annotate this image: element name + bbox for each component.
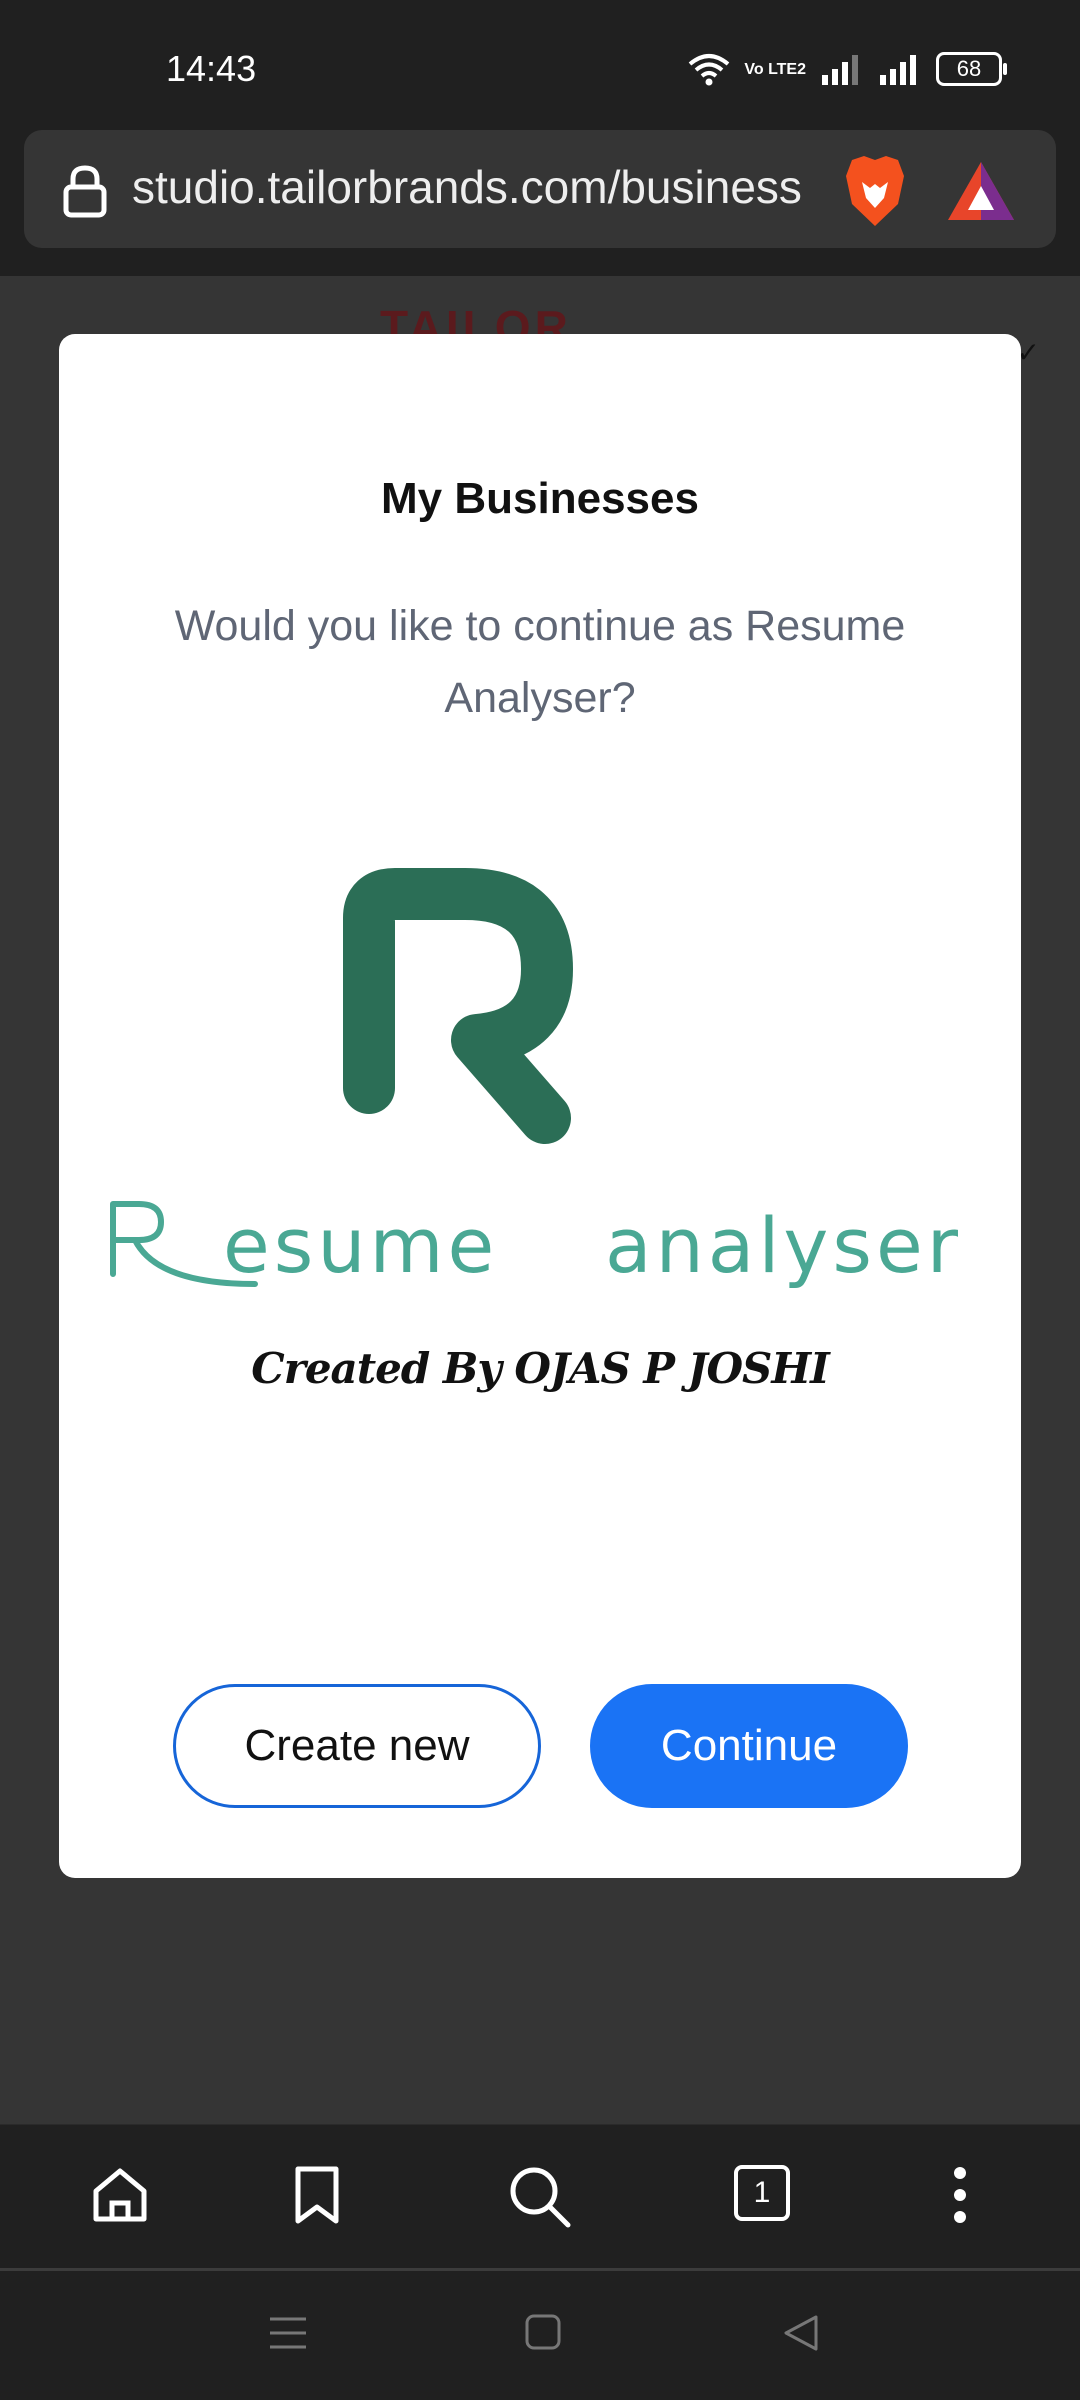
signal-icon [822, 55, 858, 85]
home-icon[interactable] [90, 2165, 150, 2225]
status-icons: Vo LTE2 68 [688, 52, 1007, 86]
volte-icon: Vo LTE2 [744, 60, 806, 78]
lock-icon [63, 165, 107, 218]
svg-text:esume: esume [223, 1201, 498, 1290]
recents-icon[interactable] [268, 2315, 308, 2351]
wifi-icon [689, 54, 730, 86]
tab-switcher-button[interactable]: 1 [734, 2165, 790, 2221]
url-text[interactable]: studio.tailorbrands.com/business [132, 160, 812, 214]
status-time: 14:43 [166, 48, 257, 89]
continue-button[interactable]: Continue [590, 1684, 908, 1808]
battery-icon: 68 [936, 52, 1007, 86]
create-new-button[interactable]: Create new [173, 1684, 541, 1808]
system-navigation-bar [0, 2271, 1080, 2400]
dialog-title: My Businesses [381, 474, 699, 523]
logo-signature: Created By OJAS P JOSHI [251, 1344, 829, 1393]
signal-icon-2 [880, 55, 916, 85]
back-icon[interactable] [782, 2313, 820, 2353]
browser-bottom-bar: 1 [0, 2124, 1080, 2269]
tab-count: 1 [734, 2165, 790, 2221]
business-dialog: My Businesses Would you like to continue… [59, 334, 1021, 1878]
more-options-icon[interactable] [950, 2165, 970, 2225]
bookmark-icon[interactable] [292, 2165, 342, 2225]
home-square-icon[interactable] [524, 2313, 562, 2351]
browser-toolbar: studio.tailorbrands.com/business [0, 130, 1080, 276]
bat-rewards-icon[interactable] [946, 160, 1016, 222]
status-bar: 14:43 Vo LTE2 68 [0, 0, 1080, 130]
address-bar[interactable]: studio.tailorbrands.com/business [24, 130, 1056, 248]
brave-shield-icon[interactable] [842, 154, 908, 228]
business-logo: esume analyser [110, 868, 962, 1290]
svg-text:analyser: analyser [605, 1201, 962, 1290]
dialog-question: Would you like to continue as Resume Ana… [174, 602, 906, 722]
search-icon[interactable] [508, 2165, 572, 2229]
